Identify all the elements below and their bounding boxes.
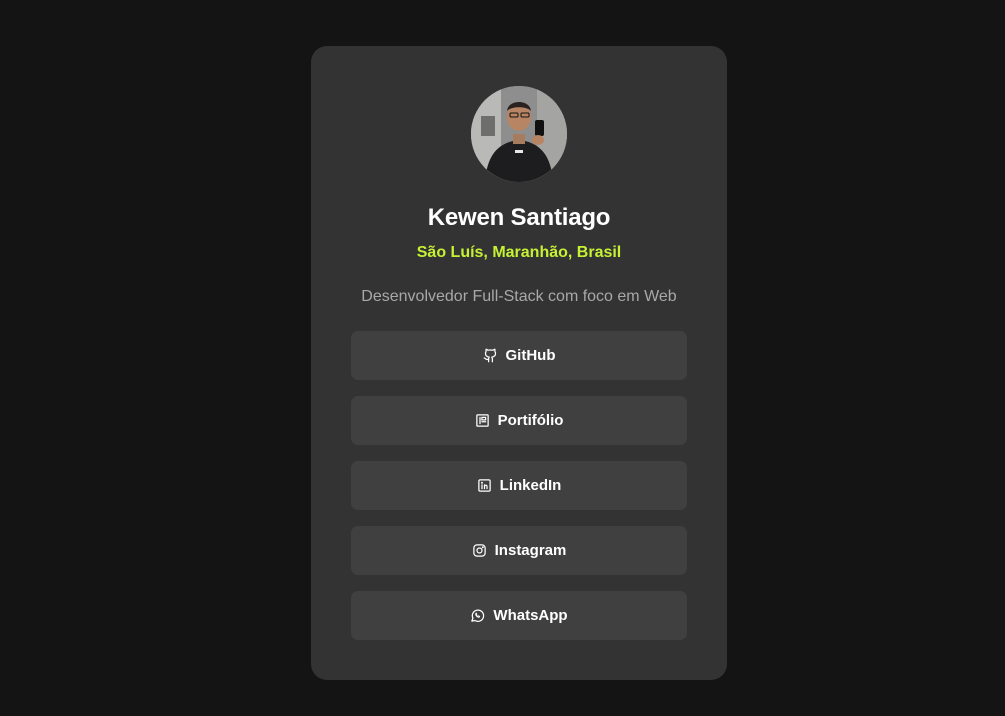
- instagram-link-label: Instagram: [494, 542, 567, 559]
- portfolio-link-label: Portifólio: [497, 412, 564, 429]
- links-list: GitHub Portifólio LinkedIn Instagram Wha…: [351, 331, 687, 656]
- profile-location: São Luís, Maranhão, Brasil: [416, 244, 622, 261]
- github-link-label: GitHub: [505, 347, 556, 364]
- profile-bio: Desenvolvedor Full-Stack com foco em Web: [361, 288, 677, 305]
- whatsapp-icon: [470, 608, 485, 623]
- github-link-button[interactable]: GitHub: [351, 331, 687, 380]
- portfolio-link-button[interactable]: Portifólio: [351, 396, 687, 445]
- linkedin-icon: [477, 478, 492, 493]
- linkedin-link-label: LinkedIn: [499, 477, 562, 494]
- instagram-link-button[interactable]: Instagram: [351, 526, 687, 575]
- instagram-icon: [472, 543, 487, 558]
- whatsapp-link-label: WhatsApp: [493, 607, 568, 624]
- page: Kewen Santiago São Luís, Maranhão, Brasi…: [0, 0, 1005, 716]
- profile-name: Kewen Santiago: [427, 204, 611, 231]
- newspaper-icon: [475, 413, 490, 428]
- profile-card: Kewen Santiago São Luís, Maranhão, Brasi…: [311, 46, 727, 680]
- github-icon: [483, 348, 498, 363]
- linkedin-link-button[interactable]: LinkedIn: [351, 461, 687, 510]
- avatar: [471, 86, 567, 182]
- whatsapp-link-button[interactable]: WhatsApp: [351, 591, 687, 640]
